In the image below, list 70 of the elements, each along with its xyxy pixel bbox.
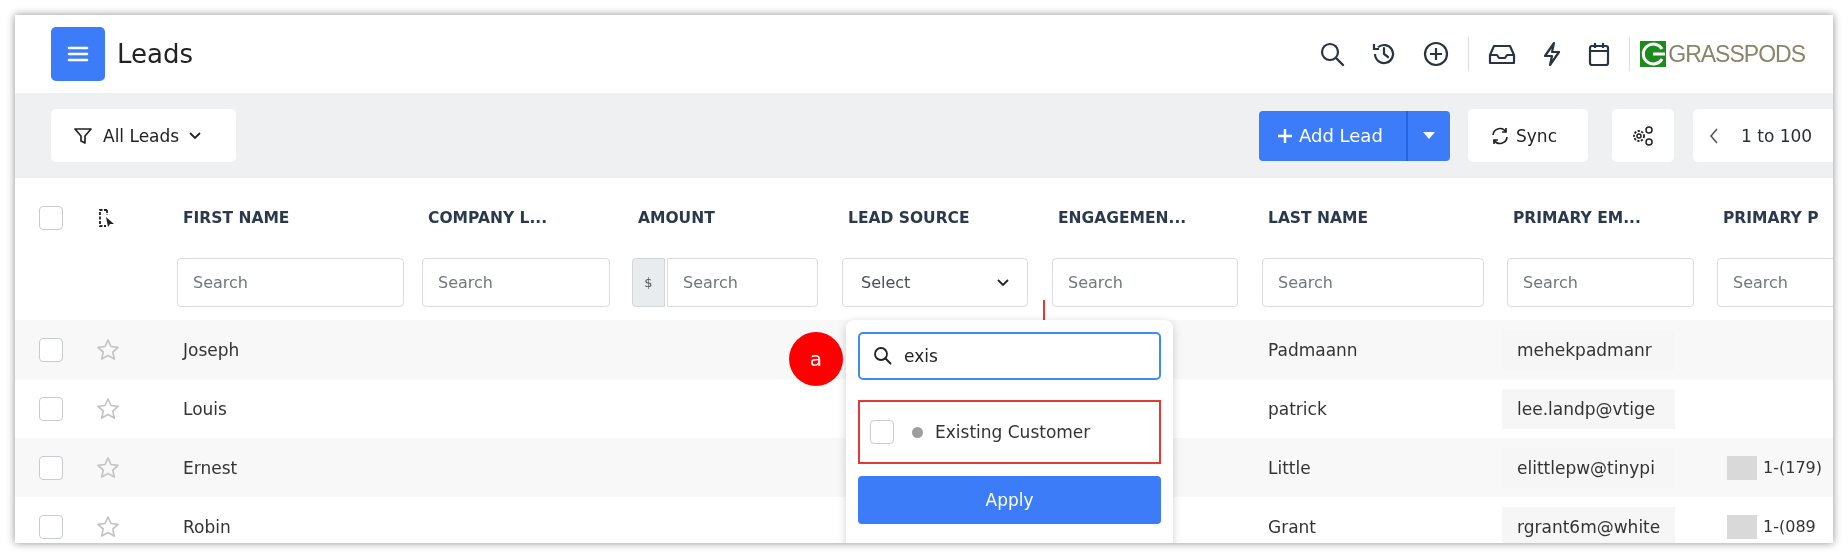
- option-checkbox[interactable]: [870, 420, 894, 444]
- phone-number: 1-(089: [1763, 517, 1816, 536]
- sync-button[interactable]: Sync: [1468, 109, 1588, 162]
- table-cell: patrick: [1268, 398, 1327, 419]
- table-cell: Robin: [183, 516, 231, 537]
- menu-button[interactable]: [51, 27, 105, 81]
- previous-page-icon[interactable]: [1709, 127, 1719, 144]
- table-cell: Louis: [183, 398, 227, 419]
- add-lead-button[interactable]: Add Lead: [1259, 110, 1408, 161]
- option-label[interactable]: Existing Customer: [935, 422, 1091, 442]
- row-checkbox[interactable]: [39, 455, 63, 480]
- table-cell: Little: [1268, 457, 1311, 478]
- logo-icon: [1640, 41, 1667, 67]
- search-field[interactable]: Search: [422, 258, 610, 307]
- column-header[interactable]: PRIMARY EM...: [1513, 209, 1641, 227]
- menu-icon: [67, 45, 89, 63]
- plus-icon: [1277, 127, 1293, 144]
- flag-icon: [1727, 514, 1757, 539]
- add-lead-menu-button[interactable]: [1408, 110, 1450, 161]
- apply-button[interactable]: Apply: [858, 476, 1161, 524]
- gears-icon: [1631, 124, 1655, 147]
- star-icon[interactable]: [96, 396, 120, 421]
- flag-icon: [1727, 455, 1757, 480]
- table-cell: Padmaann: [1268, 339, 1358, 360]
- sync-icon: [1490, 125, 1510, 146]
- column-header[interactable]: COMPANY L...: [428, 209, 548, 227]
- calendar-icon[interactable]: [1588, 41, 1611, 67]
- star-icon[interactable]: [96, 337, 120, 362]
- row-checkbox[interactable]: [39, 396, 63, 421]
- phone-number: 1-(179): [1763, 458, 1822, 477]
- email-cell: rgrant6m@white: [1502, 506, 1675, 543]
- filter-icon: [73, 125, 93, 146]
- dropdown-option[interactable]: Existing Customer: [858, 400, 1161, 464]
- logo-text: GRASSPODS: [1668, 40, 1805, 68]
- column-header[interactable]: LEAD SOURCE: [848, 209, 970, 227]
- chevron-down-icon: [189, 131, 202, 140]
- search-icon[interactable]: [1319, 41, 1346, 67]
- page-range: 1 to 100: [1741, 125, 1813, 146]
- table-cell: Ernest: [183, 457, 238, 478]
- table-cell: Grant: [1268, 516, 1317, 537]
- table-cell: Joseph: [183, 339, 240, 360]
- column-header[interactable]: FIRST NAME: [183, 209, 290, 227]
- star-icon[interactable]: [96, 514, 120, 539]
- lead-source-select[interactable]: Select: [842, 258, 1028, 307]
- column-header[interactable]: PRIMARY P: [1723, 209, 1819, 227]
- email-cell: lee.landp@vtige: [1502, 388, 1675, 429]
- lightning-icon[interactable]: [1542, 41, 1563, 67]
- chevron-down-icon: [997, 278, 1009, 287]
- caret-icon: [1423, 132, 1435, 139]
- search-field[interactable]: Search: [1507, 258, 1694, 307]
- add-circle-icon[interactable]: [1423, 41, 1450, 67]
- select-all-checkbox[interactable]: [39, 206, 63, 230]
- search-field[interactable]: Search: [177, 258, 404, 307]
- settings-button[interactable]: [1612, 109, 1674, 162]
- search-field[interactable]: Search: [1262, 258, 1484, 307]
- inbox-icon[interactable]: [1488, 42, 1517, 66]
- row-checkbox[interactable]: [39, 514, 63, 539]
- amount-search-field[interactable]: Search: [667, 258, 818, 307]
- column-header[interactable]: ENGAGEMEN...: [1058, 209, 1187, 227]
- dropdown-search-field[interactable]: exis: [858, 332, 1161, 380]
- row-checkbox[interactable]: [39, 337, 63, 362]
- search-field[interactable]: Search: [1052, 258, 1238, 307]
- search-field[interactable]: Search: [1717, 258, 1833, 307]
- column-header[interactable]: AMOUNT: [638, 209, 715, 227]
- row-action-icon[interactable]: [96, 207, 116, 229]
- column-header[interactable]: LAST NAME: [1268, 209, 1368, 227]
- filter-dropdown[interactable]: All Leads: [51, 109, 236, 162]
- page-title: Leads: [117, 39, 193, 69]
- star-icon[interactable]: [96, 455, 120, 480]
- currency-prefix: $: [632, 258, 665, 307]
